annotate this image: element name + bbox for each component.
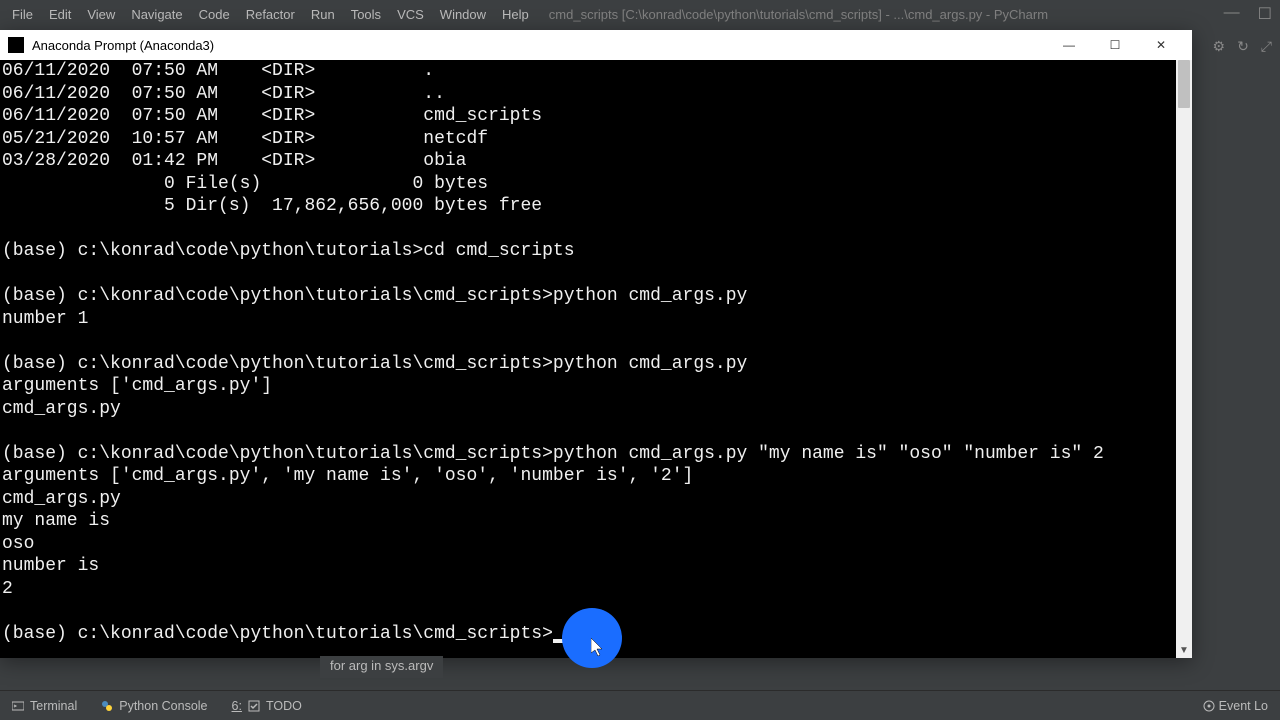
pycharm-title: cmd_scripts [C:\konrad\code\python\tutor… [549,7,1048,22]
menu-file[interactable]: File [4,7,41,22]
terminal-scrollbar[interactable]: ▲ ▼ [1176,60,1192,658]
python-icon [101,700,113,712]
pycharm-bottom-bar: Terminal Python Console 6: TODO Event Lo [0,690,1280,720]
menu-code[interactable]: Code [191,7,238,22]
refresh-icon[interactable]: ↻ [1237,38,1249,55]
terminal-tab[interactable]: Terminal [0,699,89,713]
terminal-maximize-button[interactable]: ☐ [1092,30,1138,60]
terminal-titlebar[interactable]: Anaconda Prompt (Anaconda3) — ☐ ✕ [0,30,1192,60]
terminal-app-icon [8,37,24,53]
todo-icon [248,700,260,712]
menu-help[interactable]: Help [494,7,537,22]
scrollbar-thumb[interactable] [1178,60,1190,108]
terminal-cursor [553,639,563,643]
event-log-button[interactable]: Event Lo [1203,699,1268,713]
collapse-icon[interactable]: ⤢ [1261,38,1272,55]
menu-window[interactable]: Window [432,7,494,22]
terminal-icon [12,700,24,712]
menu-tools[interactable]: Tools [343,7,389,22]
todo-tab[interactable]: 6: TODO [220,699,314,713]
gear-icon[interactable]: ⚙ [1213,38,1226,55]
terminal-output[interactable]: 06/11/2020 07:50 AM <DIR> . 06/11/2020 0… [0,60,1192,658]
scroll-down-arrow[interactable]: ▼ [1176,642,1192,658]
minimize-icon[interactable]: — [1224,4,1240,24]
python-console-label: Python Console [119,699,207,713]
todo-label: TODO [266,699,302,713]
pycharm-toolbar-icons: ⚙ ↻ ⤢ [1213,38,1273,55]
menu-refactor[interactable]: Refactor [238,7,303,22]
terminal-close-button[interactable]: ✕ [1138,30,1184,60]
pycharm-menubar: File Edit View Navigate Code Refactor Ru… [0,0,1280,28]
terminal-tab-label: Terminal [30,699,77,713]
menu-edit[interactable]: Edit [41,7,79,22]
menu-navigate[interactable]: Navigate [123,7,190,22]
maximize-icon[interactable]: ☐ [1258,4,1272,24]
python-console-tab[interactable]: Python Console [89,699,219,713]
menu-view[interactable]: View [79,7,123,22]
code-hint-tooltip: for arg in sys.argv [320,656,443,678]
anaconda-prompt-window: Anaconda Prompt (Anaconda3) — ☐ ✕ 06/11/… [0,30,1192,658]
todo-prefix: 6: [232,699,242,713]
menu-vcs[interactable]: VCS [389,7,432,22]
terminal-title: Anaconda Prompt (Anaconda3) [32,38,214,53]
status-bar-right: Event Lo [1203,699,1280,713]
pycharm-window-controls: — ☐ [1224,4,1272,24]
terminal-minimize-button[interactable]: — [1046,30,1092,60]
menu-run[interactable]: Run [303,7,343,22]
